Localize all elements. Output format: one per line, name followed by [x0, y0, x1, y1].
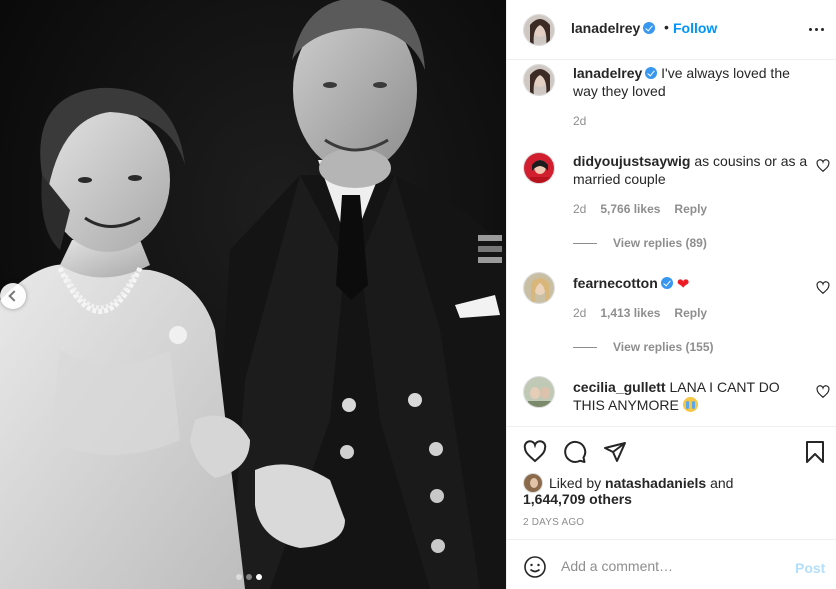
liked-by-prefix: Liked by: [549, 475, 602, 491]
caption-avatar[interactable]: [523, 64, 555, 96]
likes-summary: Liked by natashadaniels and: [523, 473, 733, 493]
view-replies-label[interactable]: View replies (155): [613, 340, 714, 354]
comment-likes[interactable]: 1,413 likes: [600, 306, 660, 320]
comment-avatar[interactable]: [523, 272, 555, 304]
comment-meta: 2d 1,413 likes Reply: [573, 306, 707, 320]
carousel-prev-button[interactable]: [0, 283, 26, 309]
view-replies-label[interactable]: View replies (89): [613, 236, 707, 250]
liked-by-user[interactable]: natashadaniels: [605, 475, 706, 491]
likes-count[interactable]: 1,644,709 others: [523, 491, 632, 507]
carousel-dots: [236, 574, 262, 580]
carousel-dot: [236, 574, 242, 580]
view-replies-button[interactable]: View replies (89): [573, 236, 707, 250]
caption-meta: 2d: [573, 114, 586, 128]
reply-button[interactable]: Reply: [674, 202, 707, 216]
smiley-icon[interactable]: [523, 555, 547, 579]
comment-time[interactable]: 2d: [573, 202, 586, 216]
comment-username[interactable]: cecilia_gullett: [573, 379, 666, 395]
comment-username[interactable]: didyoujustsaywig: [573, 153, 690, 169]
crying-face-emoji: [682, 397, 698, 412]
comment-heart-icon[interactable]: [816, 281, 830, 295]
post-date[interactable]: 2 DAYS AGO: [523, 517, 584, 528]
comment-username[interactable]: lanadelrey: [573, 65, 642, 81]
header-separator: •: [664, 19, 669, 35]
post-comment-button[interactable]: Post: [795, 560, 825, 576]
comment-time[interactable]: 2d: [573, 114, 586, 128]
comment-username[interactable]: fearnecotton: [573, 275, 658, 291]
caption-text: lanadelrey I've always loved the way the…: [573, 64, 813, 100]
carousel-dot-active: [256, 574, 262, 580]
verified-badge-icon: [645, 67, 658, 79]
comment-avatar[interactable]: [523, 376, 555, 408]
red-heart-emoji: ❤: [676, 276, 690, 293]
author-username-text[interactable]: lanadelrey: [571, 20, 640, 36]
liker-avatar[interactable]: [523, 473, 543, 493]
comment-text: didyoujustsaywig as cousins or as a marr…: [573, 152, 813, 188]
follow-button[interactable]: Follow: [673, 20, 717, 36]
post-side-panel: lanadelrey • Follow lanadelrey I've alwa…: [506, 0, 836, 589]
comment-meta: 2d 5,766 likes Reply: [573, 202, 707, 216]
heart-icon[interactable]: [523, 440, 547, 464]
comment-icon[interactable]: [563, 440, 587, 464]
post-header: lanadelrey • Follow: [507, 0, 836, 60]
replies-line: [573, 242, 597, 244]
comment-avatar[interactable]: [523, 152, 555, 184]
add-comment-bar: Post: [507, 541, 836, 589]
comment-input[interactable]: [561, 555, 781, 577]
author-avatar[interactable]: [523, 14, 555, 46]
author-username[interactable]: lanadelrey: [571, 20, 656, 36]
more-options-icon[interactable]: [809, 28, 824, 31]
comment-time[interactable]: 2d: [573, 306, 586, 320]
comment-likes[interactable]: 5,766 likes: [600, 202, 660, 216]
send-icon[interactable]: [603, 440, 627, 464]
bookmark-icon[interactable]: [803, 440, 827, 464]
comment-text: cecilia_gullett LANA I CANT DO THIS ANYM…: [573, 378, 813, 414]
reply-button[interactable]: Reply: [674, 306, 707, 320]
view-replies-button[interactable]: View replies (155): [573, 340, 714, 354]
carousel-dot: [246, 574, 252, 580]
comment-heart-icon[interactable]: [816, 385, 830, 399]
verified-badge-icon: [660, 277, 673, 289]
photo-image: [0, 0, 506, 589]
liked-by-joiner: and: [710, 475, 734, 491]
comment-text: fearnecotton ❤: [573, 274, 813, 292]
comments-list[interactable]: lanadelrey I've always loved the way the…: [507, 60, 836, 427]
verified-badge-icon: [643, 22, 656, 34]
post-actions: Liked by natashadaniels and 1,644,709 ot…: [507, 428, 836, 540]
post-photo: [0, 0, 506, 589]
replies-line: [573, 346, 597, 348]
comment-heart-icon[interactable]: [816, 159, 830, 173]
